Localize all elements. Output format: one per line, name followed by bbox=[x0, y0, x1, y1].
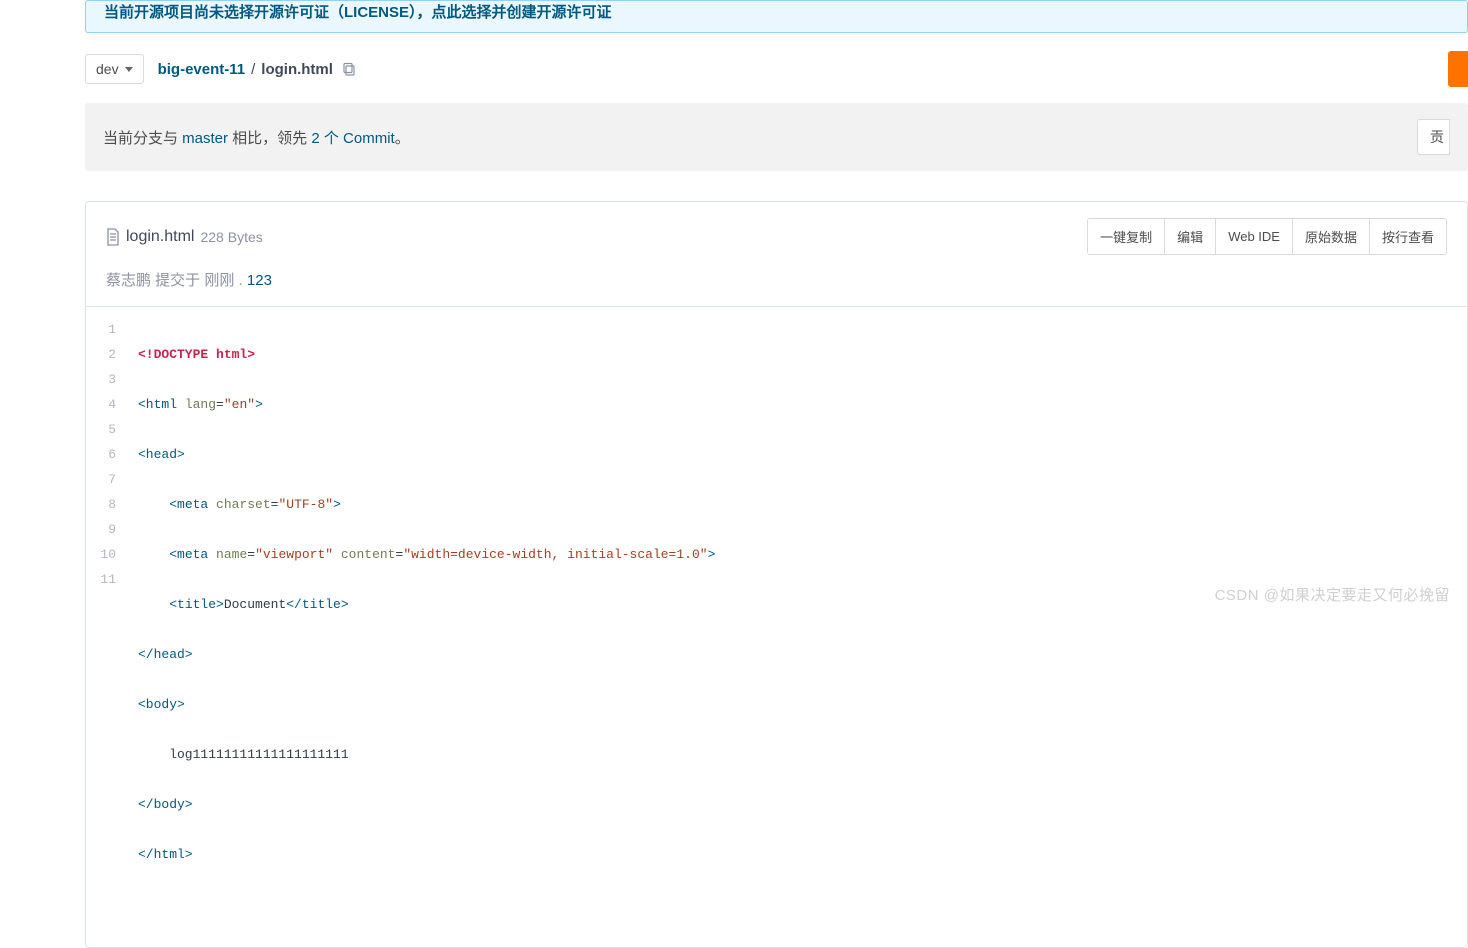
compare-prefix: 当前分支与 bbox=[103, 130, 182, 147]
line-no: 9 bbox=[86, 517, 120, 542]
commit-verb: 提交于 bbox=[151, 272, 204, 289]
compare-commits-link[interactable]: 2 个 Commit bbox=[311, 130, 394, 147]
branch-selector[interactable]: dev bbox=[85, 54, 144, 84]
commit-dot: . bbox=[234, 272, 247, 289]
compare-bar: 当前分支与 master 相比，领先 2 个 Commit。 贡 bbox=[85, 103, 1468, 171]
breadcrumb-sep: / bbox=[251, 61, 255, 78]
file-header: login.html 228 Bytes 一键复制 编辑 Web IDE 原始数… bbox=[86, 202, 1467, 255]
copy-path-icon[interactable] bbox=[339, 61, 356, 78]
file-name: login.html bbox=[126, 228, 194, 246]
line-numbers: 1 2 3 4 5 6 7 8 9 10 11 bbox=[86, 307, 132, 917]
commit-msg-link[interactable]: 123 bbox=[247, 272, 272, 289]
compare-suffix: 。 bbox=[395, 130, 410, 147]
line-no: 5 bbox=[86, 417, 120, 442]
line-no: 11 bbox=[86, 567, 120, 592]
line-no: 10 bbox=[86, 542, 120, 567]
caret-down-icon bbox=[125, 67, 133, 72]
edit-button[interactable]: 编辑 bbox=[1164, 219, 1215, 254]
file-size: 228 Bytes bbox=[200, 229, 262, 245]
orange-button[interactable] bbox=[1448, 51, 1468, 87]
license-notice[interactable]: 当前开源项目尚未选择开源许可证（LICENSE），点此选择并创建开源许可证 bbox=[85, 0, 1468, 33]
compare-base-link[interactable]: master bbox=[182, 130, 228, 147]
code-l1: <!DOCTYPE html> bbox=[138, 347, 255, 362]
line-no: 4 bbox=[86, 392, 120, 417]
breadcrumb: big-event-11 / login.html bbox=[158, 61, 356, 78]
line-no: 3 bbox=[86, 367, 120, 392]
raw-button[interactable]: 原始数据 bbox=[1292, 219, 1369, 254]
blame-button[interactable]: 按行查看 bbox=[1369, 219, 1446, 254]
line-no: 6 bbox=[86, 442, 120, 467]
breadcrumb-row: dev big-event-11 / login.html bbox=[85, 51, 1468, 87]
commit-author: 蔡志鹏 bbox=[106, 272, 151, 289]
code-content: <!DOCTYPE html> <html lang="en"> <head> … bbox=[132, 307, 715, 917]
line-no: 1 bbox=[86, 317, 120, 342]
branch-label: dev bbox=[96, 61, 119, 77]
commit-info: 蔡志鹏 提交于 刚刚 . 123 bbox=[86, 255, 1467, 306]
compare-right-button[interactable]: 贡 bbox=[1417, 119, 1450, 155]
file-icon bbox=[106, 228, 120, 246]
line-no: 7 bbox=[86, 467, 120, 492]
file-actions: 一键复制 编辑 Web IDE 原始数据 按行查看 bbox=[1087, 218, 1447, 255]
line-no: 2 bbox=[86, 342, 120, 367]
compare-mid: 相比，领先 bbox=[228, 130, 311, 147]
breadcrumb-repo[interactable]: big-event-11 bbox=[158, 61, 246, 78]
line-no: 8 bbox=[86, 492, 120, 517]
code-block: 1 2 3 4 5 6 7 8 9 10 11 <!DOCTYPE html> … bbox=[86, 306, 1467, 947]
copy-button[interactable]: 一键复制 bbox=[1088, 219, 1164, 254]
webide-button[interactable]: Web IDE bbox=[1215, 219, 1292, 254]
file-panel: login.html 228 Bytes 一键复制 编辑 Web IDE 原始数… bbox=[85, 201, 1468, 948]
notice-text: 当前开源项目尚未选择开源许可证（LICENSE），点此选择并创建开源许可证 bbox=[104, 1, 1449, 22]
commit-time: 刚刚 bbox=[204, 272, 234, 289]
breadcrumb-file: login.html bbox=[261, 61, 333, 78]
